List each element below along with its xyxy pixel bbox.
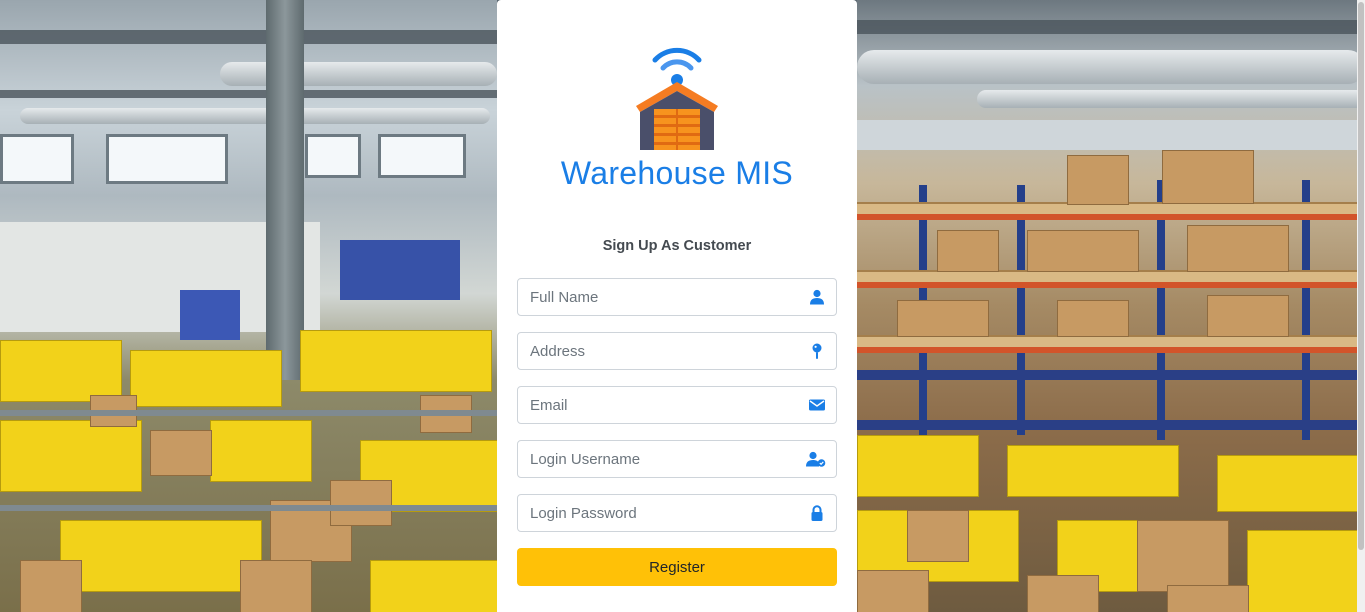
signup-card: Warehouse MIS Sign Up As Customer Full N… bbox=[497, 0, 857, 612]
full-name-field[interactable] bbox=[517, 278, 837, 316]
address-field[interactable] bbox=[517, 332, 837, 370]
user-icon bbox=[810, 289, 824, 305]
app-title: Warehouse MIS bbox=[560, 155, 794, 191]
page-scrollbar[interactable] bbox=[1357, 0, 1365, 612]
register-button[interactable]: Register bbox=[517, 548, 837, 586]
background-warehouse-right bbox=[857, 0, 1365, 612]
warehouse-logo-icon bbox=[636, 47, 718, 150]
address-input[interactable] bbox=[518, 333, 810, 369]
map-pin-icon bbox=[812, 343, 822, 359]
scrollbar-thumb[interactable] bbox=[1358, 2, 1364, 550]
lock-icon bbox=[811, 505, 823, 521]
form-heading: Sign Up As Customer bbox=[602, 238, 752, 254]
login-username-field[interactable] bbox=[517, 440, 837, 478]
full-name-input[interactable] bbox=[518, 279, 810, 315]
background-warehouse-left bbox=[0, 0, 497, 612]
login-password-input[interactable] bbox=[518, 495, 810, 531]
email-field[interactable] bbox=[517, 386, 837, 424]
login-username-input[interactable] bbox=[518, 441, 810, 477]
login-password-field[interactable] bbox=[517, 494, 837, 532]
email-input[interactable] bbox=[518, 387, 810, 423]
envelope-icon bbox=[809, 399, 825, 411]
user-check-icon bbox=[806, 451, 826, 467]
